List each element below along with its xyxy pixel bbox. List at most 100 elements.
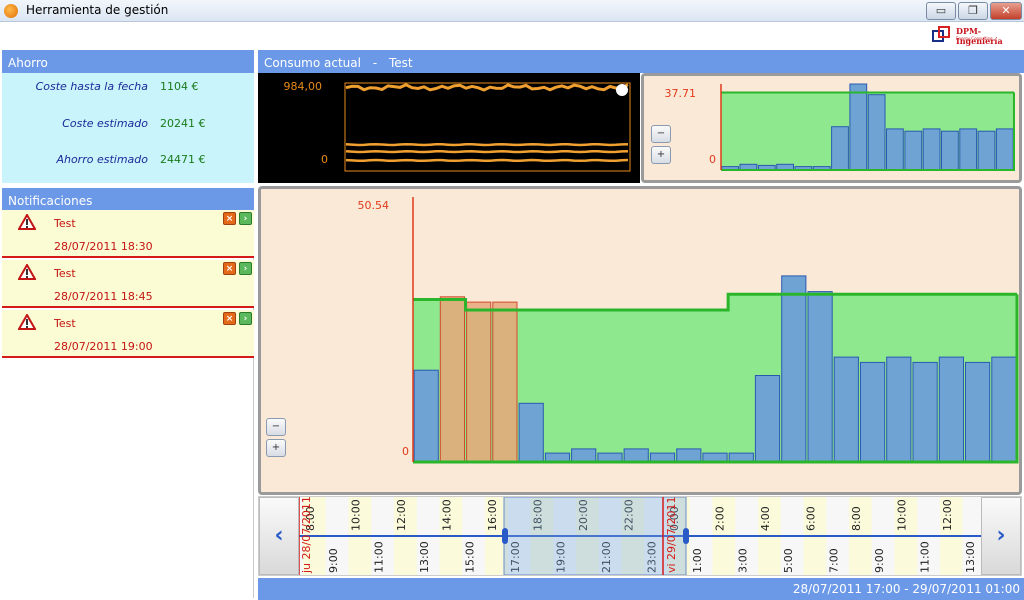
title-bar: Herramienta de gestión ▭ ❐ ✕ (0, 0, 1024, 22)
bar[interactable] (676, 448, 702, 463)
company-logo: DPM-Ingeniería Energy Consulting (928, 24, 1020, 46)
cost-to-date-value: 1104 € (160, 80, 199, 93)
y-max-label: 984,00 (284, 80, 323, 93)
bar[interactable] (867, 94, 886, 171)
timeline-selection[interactable] (503, 497, 687, 575)
overview-bar-chart: 37.71 0 (665, 83, 1015, 171)
timeline-scroller[interactable]: ‹ 8:0010:0012:0014:0016:0018:0020:0022:0… (258, 496, 1022, 576)
y-max-label: 50.54 (358, 199, 390, 212)
bar[interactable] (886, 356, 912, 463)
bar[interactable] (965, 361, 991, 463)
realtime-line-chart: 984,00 0 (258, 73, 640, 183)
close-button[interactable]: ✕ (990, 2, 1022, 20)
timeline-hour-label: 14:00 (441, 499, 454, 531)
zoom-out-button[interactable]: − (651, 125, 671, 143)
consumption-header: Consumo actual - Test (258, 50, 1024, 73)
selection-end-handle[interactable] (683, 528, 689, 544)
timeline-hour-label: 2:00 (714, 506, 727, 531)
bar-over-limit[interactable] (492, 301, 518, 463)
bar[interactable] (849, 83, 868, 171)
timeline-axis: 8:0010:0012:0014:0016:0018:0020:0022:000… (299, 497, 981, 575)
timeline-prev-button[interactable]: ‹ (259, 497, 299, 575)
notification-date: 28/07/2011 18:45 (54, 290, 153, 303)
estimated-cost-label: Coste estimado (62, 117, 148, 130)
app-icon (4, 4, 18, 18)
notification-item[interactable]: Test 28/07/2011 18:45 × › (2, 260, 254, 308)
y-min-label: 0 (321, 153, 328, 166)
cost-to-date-label: Coste hasta la fecha (35, 80, 148, 93)
bar[interactable] (977, 130, 996, 171)
bar[interactable] (754, 375, 781, 463)
bar[interactable] (904, 130, 923, 171)
open-icon[interactable]: › (239, 262, 252, 275)
timeline-hour-label: 11:00 (919, 541, 932, 573)
warning-icon (18, 314, 36, 330)
timeline-hour-label: 8:00 (850, 506, 863, 531)
bar[interactable] (995, 128, 1014, 171)
estimated-saving-value: 24471 € (160, 153, 206, 166)
bar[interactable] (781, 275, 807, 463)
logo-tagline: Energy Consulting (956, 36, 993, 41)
notification-item[interactable]: Test 28/07/2011 19:00 × › (2, 310, 254, 358)
timeline-hour-label: 1:00 (691, 548, 704, 573)
timeline-hour-label: 10:00 (896, 499, 909, 531)
notification-date: 28/07/2011 18:30 (54, 240, 153, 253)
bar-over-limit[interactable] (439, 296, 466, 463)
dismiss-icon[interactable]: × (223, 262, 236, 275)
main-chart-panel: 50.54 0 − + (258, 186, 1022, 495)
timeline-hour-label: 11:00 (373, 541, 386, 573)
timeline-hour-label: 9:00 (327, 548, 340, 573)
notification-title: Test (54, 267, 76, 280)
day-marker-label: vi 29/07/2011 (665, 497, 678, 573)
bar[interactable] (623, 448, 649, 463)
notifications-list: Test 28/07/2011 18:30 × › Test 28/07/201… (2, 210, 254, 598)
bar-over-limit[interactable] (466, 301, 492, 463)
bar[interactable] (912, 361, 938, 463)
warning-icon (18, 264, 36, 280)
day-marker-label: ju 28/07/2011 (300, 497, 313, 574)
bar[interactable] (807, 291, 833, 463)
timeline-hour-label: 5:00 (782, 548, 795, 573)
timeline-hour-label: 4:00 (759, 506, 772, 531)
notification-item[interactable]: Test 28/07/2011 18:30 × › (2, 210, 254, 258)
y-max-label: 37.71 (665, 87, 697, 100)
consumption-title: Consumo actual (264, 56, 361, 70)
bar[interactable] (938, 356, 964, 463)
bar[interactable] (922, 128, 941, 171)
y-min-label: 0 (709, 153, 716, 166)
open-icon[interactable]: › (239, 212, 252, 225)
maximize-button[interactable]: ❐ (958, 2, 988, 20)
bar[interactable] (959, 128, 978, 171)
zoom-in-button[interactable]: + (266, 439, 286, 457)
dismiss-icon[interactable]: × (223, 312, 236, 325)
bar[interactable] (886, 128, 904, 171)
zoom-in-button[interactable]: + (651, 146, 671, 164)
zoom-out-button[interactable]: − (266, 418, 286, 436)
timeline-hour-label: 13:00 (418, 541, 431, 573)
bar[interactable] (941, 130, 959, 171)
timeline-next-button[interactable]: › (981, 497, 1021, 575)
overview-chart-panel: 37.71 0 − + (641, 73, 1022, 183)
dismiss-icon[interactable]: × (223, 212, 236, 225)
timeline-hour-label: 12:00 (395, 499, 408, 531)
bar[interactable] (991, 356, 1017, 463)
ahorro-header: Ahorro (2, 50, 254, 73)
bar[interactable] (413, 369, 439, 463)
estimated-saving-label: Ahorro estimado (56, 153, 148, 166)
open-icon[interactable]: › (239, 312, 252, 325)
notification-title: Test (54, 217, 76, 230)
main-bar-chart: 50.54 0 (358, 197, 1019, 464)
bar[interactable] (831, 126, 849, 171)
timeline-hour-label: 13:00 (964, 541, 977, 573)
timeline-hour-label: 6:00 (805, 506, 818, 531)
realtime-series-line (345, 142, 629, 147)
bar[interactable] (860, 361, 886, 463)
selection-start-handle[interactable] (502, 528, 508, 544)
warning-icon (18, 214, 36, 230)
minimize-button[interactable]: ▭ (926, 2, 956, 20)
timeline-hour-label: 16:00 (486, 499, 499, 531)
bar[interactable] (518, 402, 544, 463)
notification-date: 28/07/2011 19:00 (54, 340, 153, 353)
bar[interactable] (571, 448, 597, 463)
bar[interactable] (833, 356, 859, 463)
